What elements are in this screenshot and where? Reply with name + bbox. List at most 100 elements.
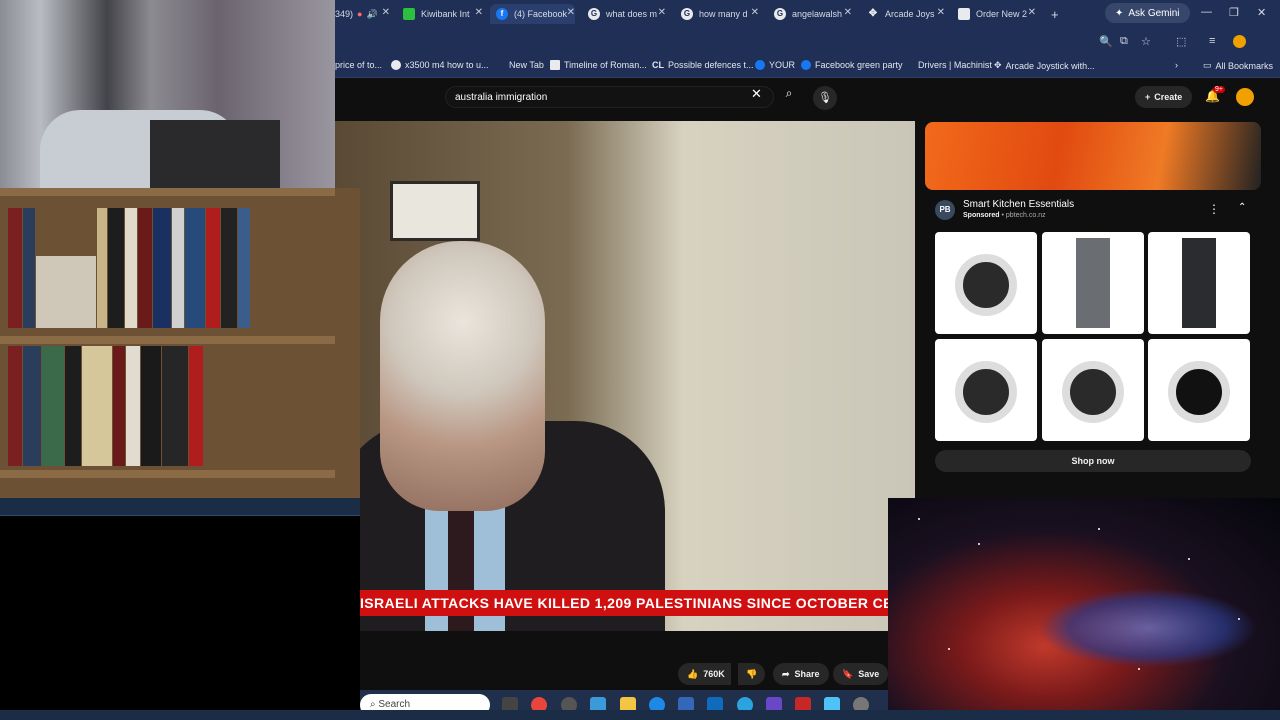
close-window-icon[interactable]: ✕ xyxy=(1257,6,1266,19)
like-button[interactable]: 👍 760K xyxy=(678,663,731,685)
new-tab-button[interactable]: + xyxy=(1051,4,1065,24)
restore-icon[interactable]: ❐ xyxy=(1229,6,1239,19)
bookmark-label: price of to... xyxy=(335,60,383,70)
tab-label: Order New 2 xyxy=(976,9,1028,19)
arcade-icon: ✥ xyxy=(994,60,1002,70)
save-button[interactable]: 🔖 Save xyxy=(833,663,889,685)
bookmark-item[interactable]: YOUR xyxy=(755,60,795,70)
chevron-up-icon[interactable]: ⌃ xyxy=(1238,202,1246,213)
close-icon[interactable]: ✕ xyxy=(475,7,483,18)
clear-search-icon[interactable]: ✕ xyxy=(751,86,762,102)
close-icon[interactable]: ✕ xyxy=(382,7,390,18)
tab-angelawalsh[interactable]: Gangelawalsh ✕ xyxy=(774,4,852,24)
search-icon[interactable]: ⌕ xyxy=(776,86,802,108)
install-app-icon[interactable]: ⧉ xyxy=(1120,35,1128,48)
product-fridge[interactable] xyxy=(1042,232,1144,334)
fridge-body xyxy=(1076,238,1110,328)
bookshelf-overlay xyxy=(0,188,360,498)
mini-taskbar-thumbnail xyxy=(0,498,360,516)
tab-kiwibank[interactable]: Kiwibank Int ✕ xyxy=(403,4,483,24)
all-bookmarks[interactable]: ▭ All Bookmarks xyxy=(1203,60,1273,71)
tab-order-new[interactable]: Order New 2 ✕ xyxy=(958,4,1036,24)
star xyxy=(978,543,980,545)
more-options-icon[interactable]: ⋮ xyxy=(1208,202,1220,216)
product-washer[interactable] xyxy=(935,339,1037,441)
menu-lines-icon[interactable]: ≡ xyxy=(1209,35,1215,47)
tab-arcade-joys[interactable]: ✥ Arcade Joys ✕ xyxy=(867,4,945,24)
dislike-button[interactable]: 👎 xyxy=(738,663,766,685)
book xyxy=(172,208,184,328)
tab-label: angelawalsh xyxy=(792,9,843,19)
product-fridge-dark[interactable] xyxy=(1148,232,1250,334)
close-icon[interactable]: ✕ xyxy=(658,7,666,18)
ad-title[interactable]: Smart Kitchen Essentials xyxy=(963,199,1074,210)
bookmark-item[interactable]: ✥ Arcade Joystick with... xyxy=(994,60,1095,71)
google-icon xyxy=(391,60,401,70)
advertiser-logo[interactable]: PB xyxy=(935,200,955,220)
like-count: 760K xyxy=(703,669,725,679)
tab-label: (4) Facebook xyxy=(514,9,568,19)
wikipedia-icon xyxy=(550,60,560,70)
picture-frame xyxy=(390,181,480,241)
close-icon[interactable]: ✕ xyxy=(567,7,575,18)
share-button[interactable]: ➦ Share xyxy=(773,663,829,685)
microphone-icon[interactable]: 🎙 xyxy=(813,86,837,110)
speaker-head xyxy=(380,241,545,511)
bookmark-item[interactable]: New Tab xyxy=(509,60,544,70)
product-washer[interactable] xyxy=(1148,339,1250,441)
zoom-icon[interactable]: 🔍 xyxy=(1099,35,1113,48)
star xyxy=(918,518,920,520)
taskbar-search-label: Search xyxy=(378,699,411,710)
washer-drum xyxy=(955,361,1017,423)
tab-how-many[interactable]: Ghow many d ✕ xyxy=(681,4,759,24)
tab-label: 349) xyxy=(335,9,354,19)
product-dryer[interactable] xyxy=(1042,339,1144,441)
bookmark-item[interactable]: price of to... xyxy=(335,60,382,70)
bookmark-item[interactable]: Timeline of Roman... xyxy=(550,60,647,70)
bookmark-item[interactable]: Drivers | Machinist xyxy=(918,60,992,70)
google-icon: G xyxy=(774,8,786,20)
tab-facebook[interactable]: f (4) Facebook ✕ xyxy=(490,4,575,24)
gemini-icon: ✦ xyxy=(1115,7,1124,19)
book xyxy=(125,208,137,328)
bookmarks-bar: price of to... x3500 m4 how to u... New … xyxy=(335,55,1280,78)
bookmark-label: Facebook green party xyxy=(815,60,903,70)
profile-avatar[interactable] xyxy=(1233,35,1246,48)
news-ticker: ISRAELI ATTACKS HAVE KILLED 1,209 PALEST… xyxy=(360,590,888,616)
bookmark-chevron[interactable]: › xyxy=(1175,60,1178,70)
tab-partial[interactable]: 349) ● 🔊 ✕ xyxy=(335,4,390,24)
screen-capture-overlay xyxy=(0,498,360,710)
create-button[interactable]: + Create xyxy=(1135,86,1193,108)
book xyxy=(185,208,205,328)
youtube-avatar[interactable] xyxy=(1236,88,1254,106)
star xyxy=(1138,668,1140,670)
close-icon[interactable]: ✕ xyxy=(844,7,852,18)
star xyxy=(1098,528,1100,530)
washer-drum xyxy=(955,254,1017,316)
bookmark-star-icon[interactable]: ☆ xyxy=(1141,35,1151,48)
extensions-icon[interactable]: ⬚ xyxy=(1176,35,1186,48)
book xyxy=(23,208,35,328)
ad-banner-image[interactable] xyxy=(925,122,1261,190)
nebula xyxy=(1038,588,1258,668)
close-icon[interactable]: ✕ xyxy=(751,7,759,18)
star xyxy=(948,648,950,650)
plus-icon: + xyxy=(1145,92,1151,102)
close-icon[interactable]: ✕ xyxy=(1028,7,1036,18)
close-icon[interactable]: ✕ xyxy=(937,7,945,18)
shop-now-button[interactable]: Shop now xyxy=(935,450,1251,472)
tab-what-does[interactable]: Gwhat does m ✕ xyxy=(588,4,666,24)
chevron-right-icon: › xyxy=(1175,60,1178,70)
ad-sponsor-line: Sponsored • pbtech.co.nz xyxy=(963,212,1046,219)
search-input[interactable]: australia immigration xyxy=(445,86,774,108)
speaker-icon: 🔊 xyxy=(366,8,378,19)
minimize-icon[interactable]: — xyxy=(1201,6,1212,18)
book xyxy=(141,346,161,466)
product-washer[interactable] xyxy=(935,232,1037,334)
bookmark-item[interactable]: Facebook green party xyxy=(801,60,903,70)
bookmark-item[interactable]: x3500 m4 how to u... xyxy=(391,60,489,70)
tab-label: how many d xyxy=(699,9,748,19)
video-player[interactable] xyxy=(335,121,915,631)
bookmark-item[interactable]: CL Possible defences t... xyxy=(652,60,754,70)
ask-gemini-button[interactable]: ✦ Ask Gemini xyxy=(1105,3,1190,23)
